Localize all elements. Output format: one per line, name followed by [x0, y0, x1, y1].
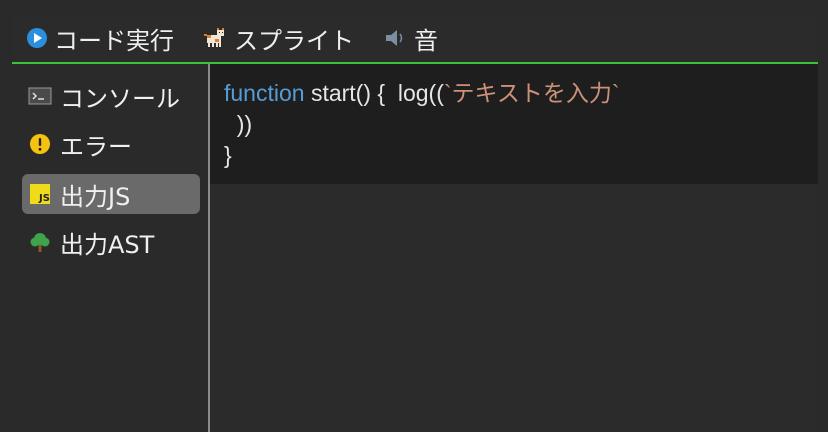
sidebar-item-label: エラー	[60, 132, 132, 161]
cat-icon	[202, 26, 228, 50]
code-line-1: function start() { log((`テキストを入力`	[224, 80, 620, 106]
warning-icon	[28, 132, 52, 156]
sidebar-item-error[interactable]: エラー	[22, 124, 200, 164]
code-line-3: }	[224, 142, 232, 168]
tab-sound[interactable]: 音	[382, 21, 438, 56]
sidebar-item-label: コンソール	[60, 84, 180, 113]
code-string: `テキストを入力`	[443, 80, 620, 106]
sidebar-item-console[interactable]: コンソール	[22, 76, 200, 116]
speaker-icon	[382, 27, 408, 49]
tab-label: 音	[414, 26, 438, 55]
output-panel: function start() { log((`テキストを入力` )) }	[210, 64, 818, 432]
tab-sprite[interactable]: スプライト	[202, 21, 354, 56]
sidebar-item-label: 出力JS	[60, 182, 131, 211]
sidebar-item-output-js[interactable]: JS 出力JS	[22, 174, 200, 214]
sidebar: コンソール エラー JS 出力JS 出力AST	[12, 64, 210, 432]
tab-label: コード実行	[54, 26, 174, 55]
code-line-2: ))	[224, 111, 253, 137]
tree-icon	[28, 230, 52, 254]
code-text: start() { log((	[304, 80, 444, 106]
sidebar-item-label: 出力AST	[60, 230, 155, 259]
tab-code-run[interactable]: コード実行	[26, 21, 174, 56]
code-editor[interactable]: function start() { log((`テキストを入力` )) }	[210, 64, 818, 184]
terminal-icon	[28, 84, 52, 108]
app-window: コード実行 スプライト 音 コンソール エラー JS 出力JS 出力AST fu…	[12, 14, 818, 432]
tab-label: スプライト	[234, 26, 354, 55]
tab-bar: コード実行 スプライト 音	[12, 14, 818, 64]
play-icon	[26, 27, 48, 49]
keyword-function: function	[224, 80, 305, 106]
sidebar-item-output-ast[interactable]: 出力AST	[22, 222, 200, 262]
js-icon: JS	[28, 182, 52, 206]
svg-text:JS: JS	[38, 193, 50, 204]
